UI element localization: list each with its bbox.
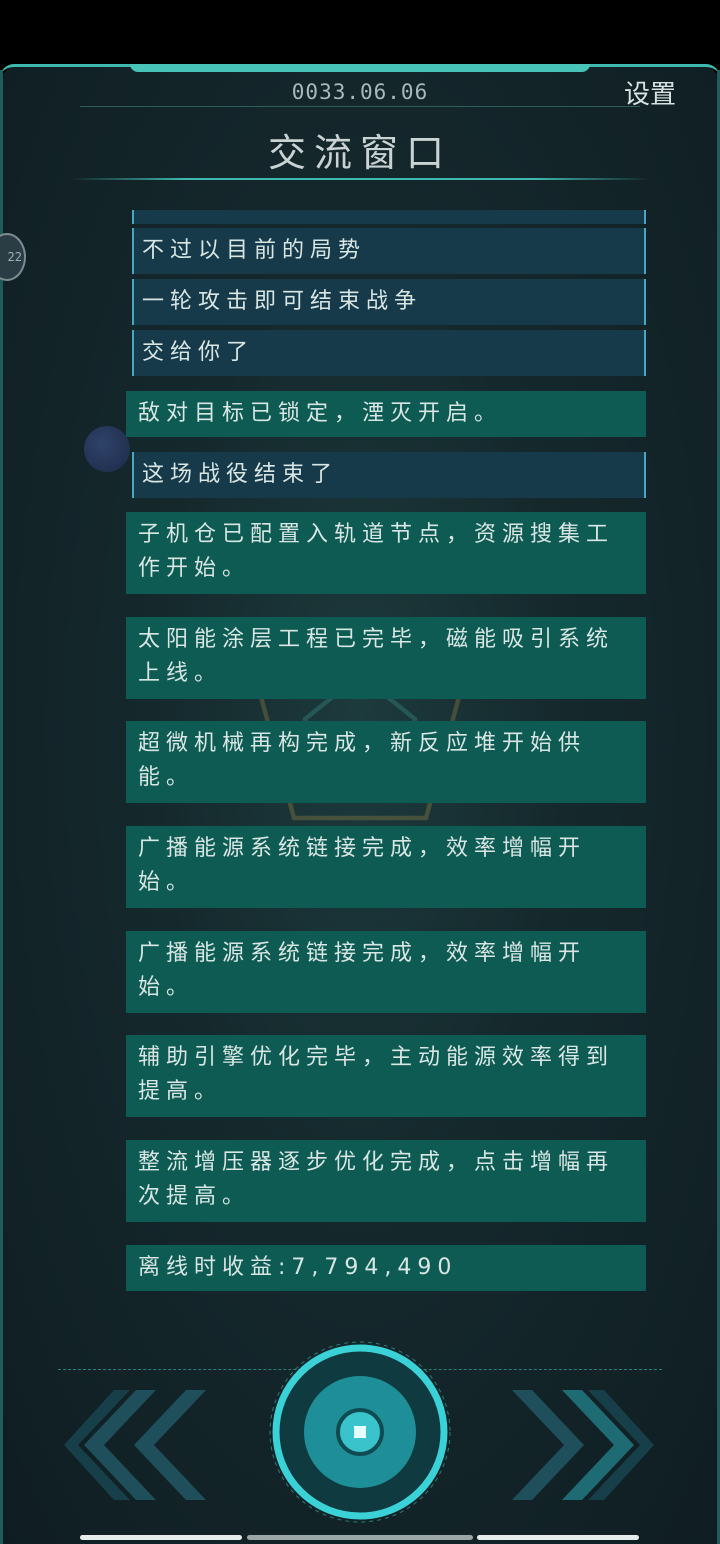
page-title: 交流窗口 bbox=[267, 131, 452, 175]
planet-icon bbox=[84, 426, 130, 472]
message-item: 一轮攻击即可结束战争 bbox=[132, 279, 646, 325]
message-partial bbox=[132, 210, 646, 224]
message-item: 超微机械再构完成，新反应堆开始供能。 bbox=[126, 721, 646, 803]
game-date: 0033.06.06 bbox=[291, 80, 429, 104]
home-indicator bbox=[477, 1535, 639, 1540]
message-item: 辅助引擎优化完毕，主动能源效率得到提高。 bbox=[126, 1035, 646, 1117]
message-item: 广播能源系统链接完成，效率增幅开始。 bbox=[126, 931, 646, 1013]
frame-edge-left bbox=[0, 70, 3, 1544]
frame-accent bbox=[130, 64, 590, 72]
double-chevron-right-icon[interactable] bbox=[504, 1390, 654, 1500]
message-item: 交给你了 bbox=[132, 330, 646, 376]
title-divider bbox=[70, 178, 650, 180]
offline-income-message: 离线时收益:7,794,490 bbox=[126, 1245, 646, 1291]
double-chevron-left-icon[interactable] bbox=[64, 1390, 214, 1500]
message-item: 不过以目前的局势 bbox=[132, 228, 646, 274]
message-item: 广播能源系统链接完成，效率增幅开始。 bbox=[126, 826, 646, 908]
main-action-button[interactable] bbox=[268, 1340, 452, 1524]
message-item: 子机仓已配置入轨道节点，资源搜集工作开始。 bbox=[126, 512, 646, 594]
header-divider bbox=[80, 106, 640, 107]
home-indicator bbox=[80, 1535, 242, 1540]
message-item: 这场战役结束了 bbox=[132, 452, 646, 498]
message-item: 整流增压器逐步优化完成，点击增幅再次提高。 bbox=[126, 1140, 646, 1222]
message-item: 太阳能涂层工程已完毕，磁能吸引系统上线。 bbox=[126, 617, 646, 699]
home-indicator bbox=[247, 1535, 473, 1540]
message-item: 敌对目标已锁定，湮灭开启。 bbox=[126, 391, 646, 437]
